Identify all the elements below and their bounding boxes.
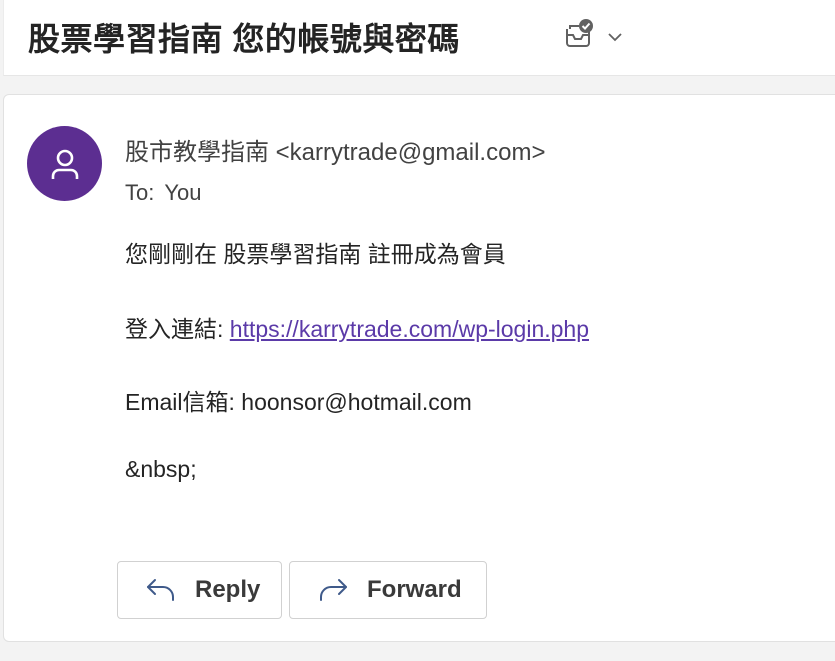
recipient-name[interactable]: You [164, 180, 201, 205]
forward-button[interactable]: Forward [289, 561, 487, 619]
sender-name[interactable]: 股市教學指南 <karrytrade@gmail.com> [125, 132, 545, 167]
avatar[interactable] [27, 126, 102, 201]
reply-button[interactable]: Reply [117, 561, 282, 619]
reply-arrow-icon [147, 579, 174, 601]
email-label: Email信箱: [125, 389, 242, 415]
body-email-line: Email信箱: hoonsor@hotmail.com [125, 383, 472, 417]
body-login-line: 登入連結: https://karrytrade.com/wp-login.ph… [125, 310, 589, 344]
person-icon [51, 149, 78, 179]
body-registration-text: 您剛剛在 股票學習指南 註冊成為會員 [125, 241, 506, 267]
forward-arrow-icon [320, 579, 347, 601]
email-subject: 股票學習指南 您的帳號與密碼 [28, 21, 460, 57]
forward-label: Forward [367, 576, 462, 603]
subject-bar: 股票學習指南 您的帳號與密碼 [3, 0, 835, 76]
recipient-line: To: You [125, 180, 201, 206]
login-link[interactable]: https://karrytrade.com/wp-login.php [230, 316, 589, 342]
envelope-checkmark-icon[interactable] [561, 17, 595, 51]
login-label: 登入連結: [125, 316, 230, 342]
email-value: hoonsor@hotmail.com [241, 389, 472, 415]
to-label: To: [125, 180, 155, 205]
reply-label: Reply [195, 576, 261, 603]
message-card: 股市教學指南 <karrytrade@gmail.com> To: You 您剛剛… [3, 94, 835, 642]
body-nbsp-text: &nbsp; [125, 456, 197, 482]
chevron-down-icon[interactable] [607, 31, 623, 43]
